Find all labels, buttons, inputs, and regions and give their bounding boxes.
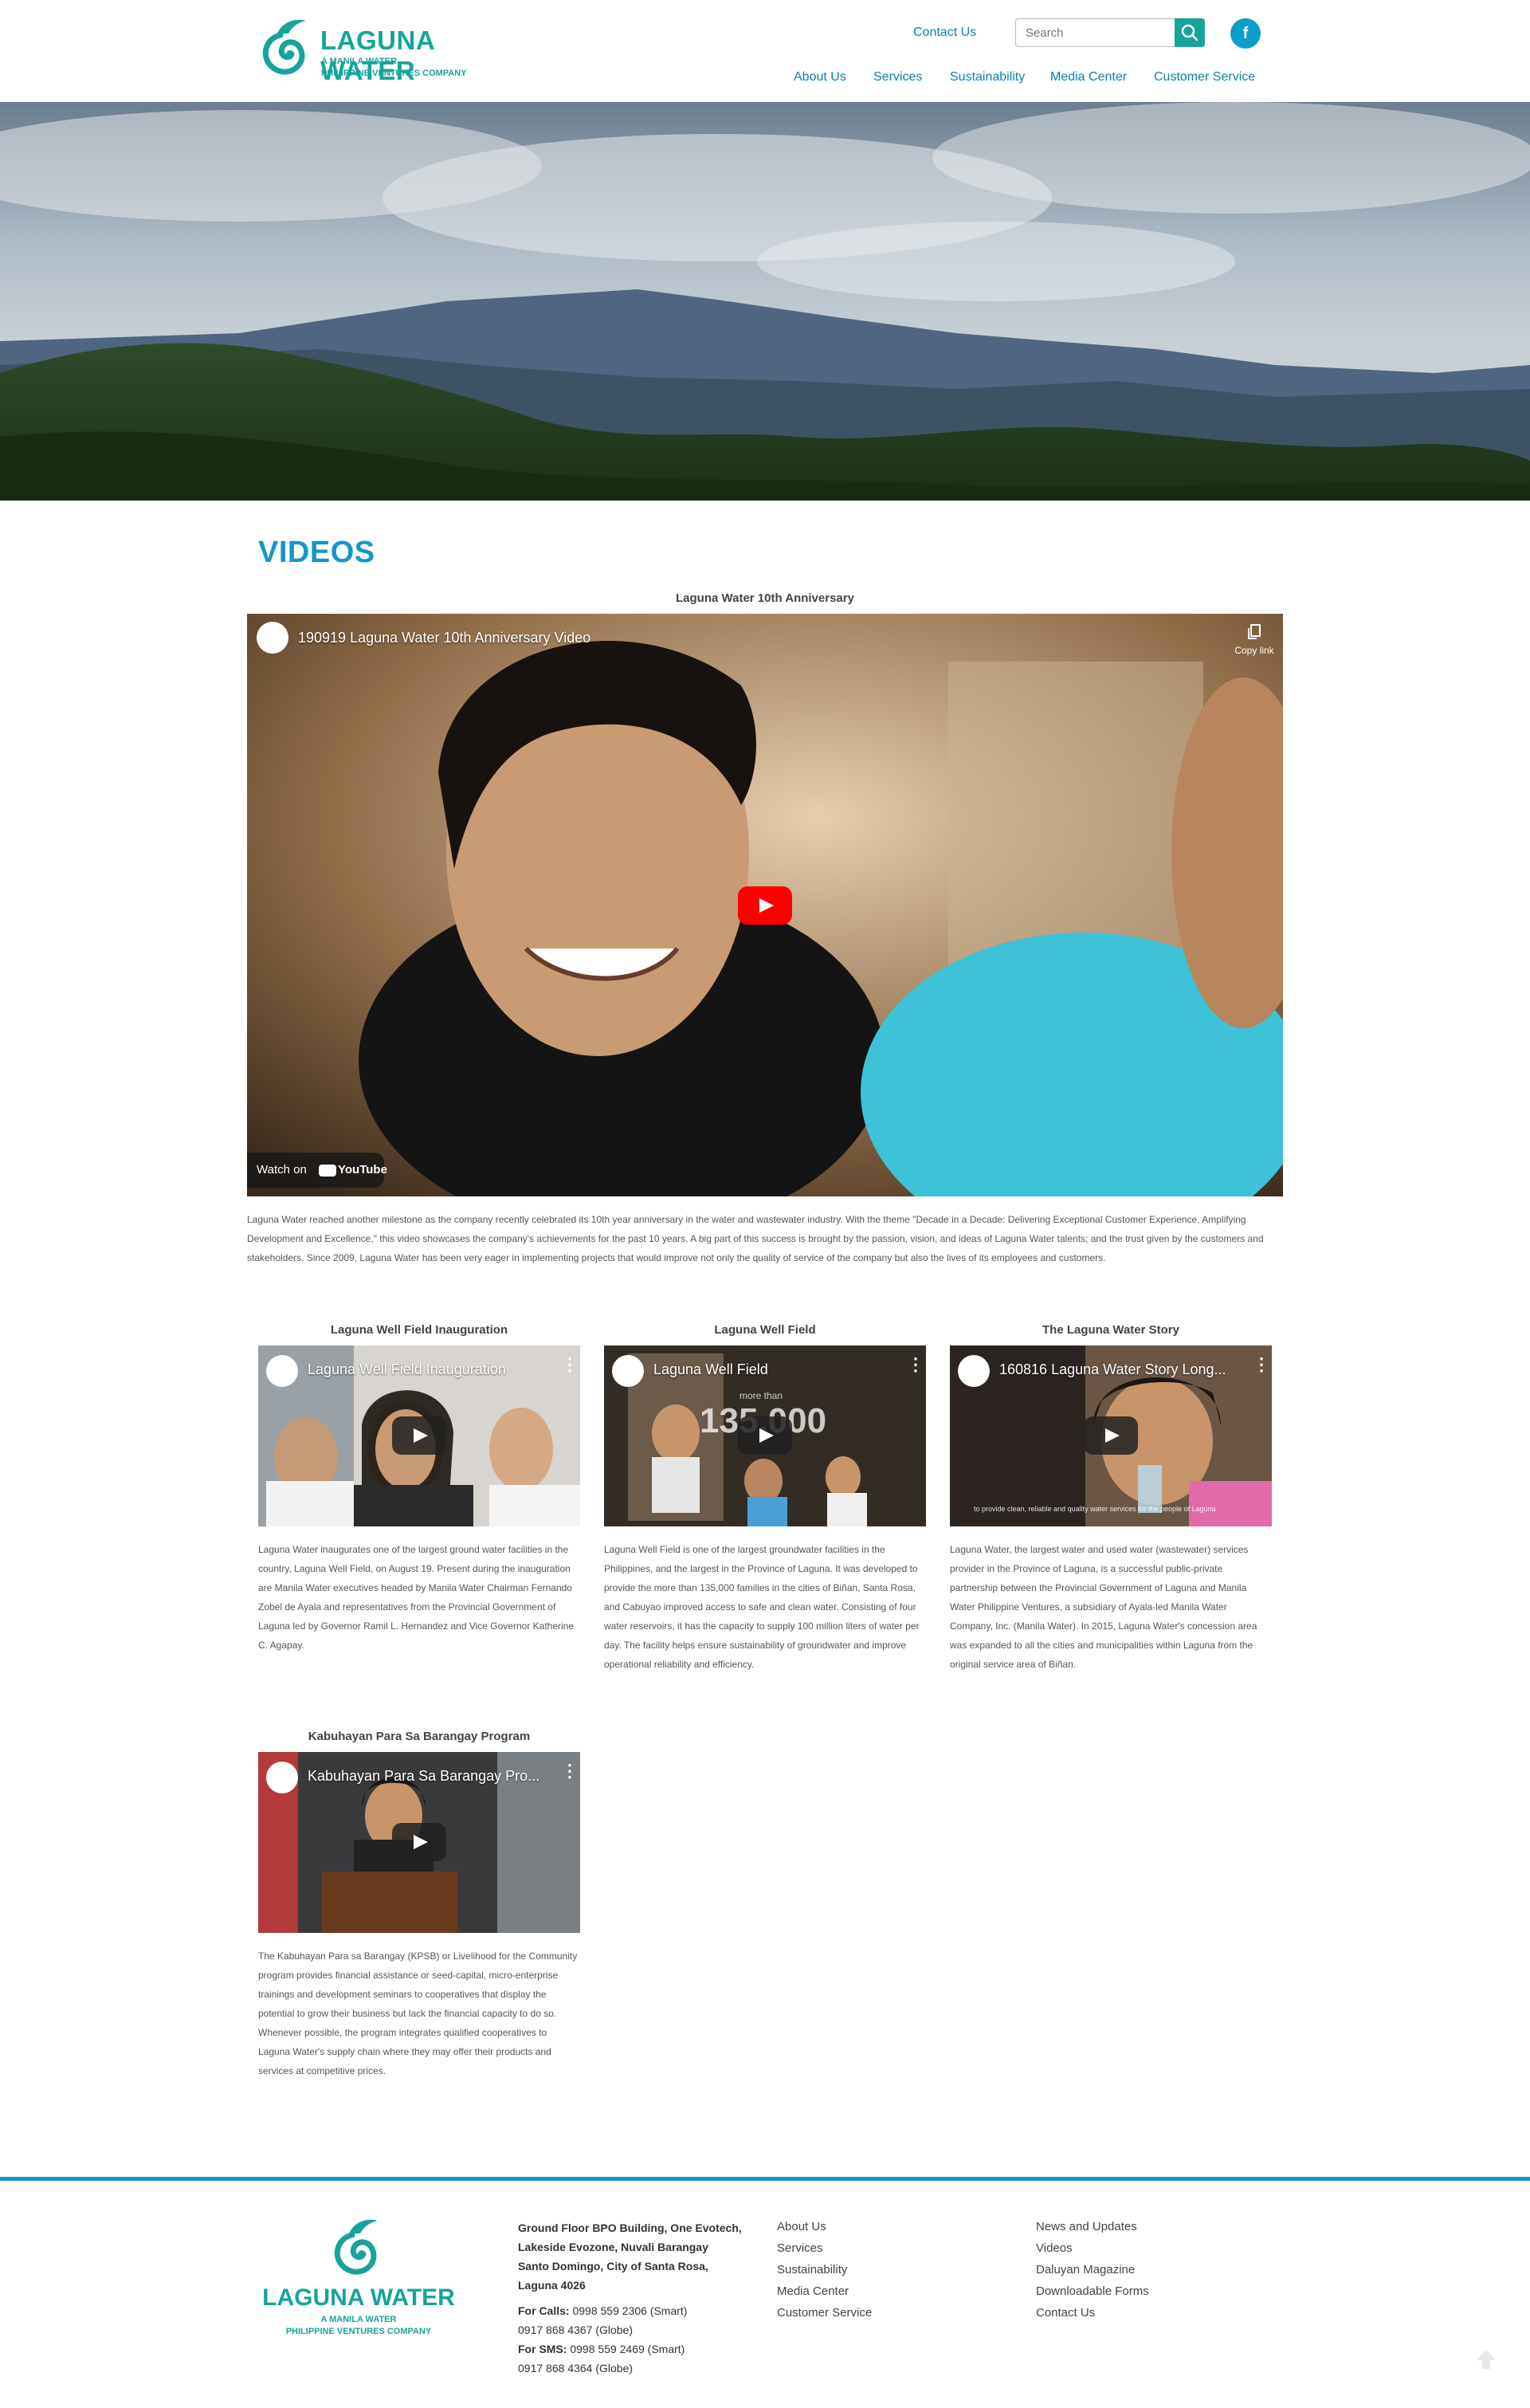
play-button[interactable]	[738, 1416, 792, 1455]
page-title: VIDEOS	[258, 536, 375, 569]
footer-link-contact[interactable]: Contact Us	[1036, 2306, 1095, 2320]
more-options-icon[interactable]: ⋮	[1253, 1356, 1270, 1373]
nav-media-center[interactable]: Media Center	[1050, 70, 1127, 84]
footer-link-forms[interactable]: Downloadable Forms	[1036, 2284, 1149, 2298]
video-description: The Kabuhayan Para sa Barangay (KPSB) or…	[258, 1950, 578, 2076]
video-title[interactable]: Laguna Well Field Inauguration	[308, 1361, 506, 1378]
footer-link-daluyan[interactable]: Daluyan Magazine	[1036, 2263, 1135, 2276]
footer-link-sustainability[interactable]: Sustainability	[777, 2263, 847, 2276]
play-button[interactable]	[1084, 1416, 1138, 1455]
footer-logo-subtitle-1: A MANILA WATER	[320, 2315, 397, 2324]
footer-links-col-2: News and Updates Videos Daluyan Magazine…	[1036, 2216, 1149, 2324]
calls-number[interactable]: 0917 868 4367 (Globe)	[518, 2320, 742, 2339]
video-caption: to provide clean, reliable and quality w…	[974, 1505, 1216, 1513]
video-player-laguna-water-story[interactable]: to provide clean, reliable and quality w…	[950, 1345, 1272, 1526]
play-button[interactable]	[738, 886, 792, 925]
more-options-icon[interactable]: ⋮	[907, 1356, 924, 1373]
footer-link-customer-service[interactable]: Customer Service	[777, 2306, 872, 2320]
copy-link-button[interactable]: Copy link	[1234, 623, 1275, 656]
featured-video-title[interactable]: 190919 Laguna Water 10th Anniversary Vid…	[298, 630, 590, 646]
video-heading: Laguna Well Field Inauguration	[330, 1323, 508, 1337]
video-heading: Laguna Well Field	[714, 1323, 816, 1337]
footer-link-about-us[interactable]: About Us	[777, 2220, 826, 2233]
video-player-well-field[interactable]: more than 135,000 Laguna Well Field ⋮	[604, 1345, 926, 1526]
address-line: Lakeside Evozone, Nuvali Barangay	[518, 2241, 708, 2253]
overlay-caption-small: more than	[740, 1390, 783, 1401]
play-button[interactable]	[392, 1416, 446, 1455]
mountain-landscape-image	[0, 102, 1530, 501]
arrow-up-icon	[1477, 2350, 1496, 2369]
sms-number[interactable]: 0917 868 4364 (Globe)	[518, 2359, 742, 2378]
sms-number[interactable]: 0998 559 2469 (Smart)	[570, 2343, 685, 2355]
search-button[interactable]	[1175, 18, 1205, 47]
nav-sustainability[interactable]: Sustainability	[950, 70, 1025, 84]
logo-subtitle-1: A MANILA WATER	[321, 57, 397, 66]
calls-label: For Calls:	[518, 2304, 570, 2317]
video-heading: Kabuhayan Para Sa Barangay Program	[308, 1730, 531, 1743]
footer-link-media-center[interactable]: Media Center	[777, 2284, 849, 2298]
play-icon	[1105, 1428, 1120, 1443]
nav-about-us[interactable]: About Us	[794, 70, 846, 84]
watch-on-youtube-button[interactable]: Watch on YouTube	[247, 1153, 387, 1188]
channel-avatar[interactable]	[266, 1762, 298, 1793]
video-title[interactable]: Kabuhayan Para Sa Barangay Pro...	[308, 1768, 539, 1785]
footer-logo-title: LAGUNA WATER	[262, 2284, 455, 2311]
video-title[interactable]: 160816 Laguna Water Story Long...	[999, 1361, 1226, 1378]
play-icon	[759, 1428, 774, 1443]
play-icon	[414, 1428, 428, 1443]
footer-logo-subtitle-2: PHILIPPINE VENTURES COMPANY	[285, 2327, 432, 2336]
youtube-logo-icon	[319, 1165, 336, 1177]
contact-us-link[interactable]: Contact Us	[913, 26, 976, 40]
more-options-icon[interactable]: ⋮	[561, 1762, 579, 1780]
copy-icon	[1248, 624, 1261, 639]
footer-address: Ground Floor BPO Building, One Evotech, …	[518, 2218, 742, 2378]
featured-video-player[interactable]: 190919 Laguna Water 10th Anniversary Vid…	[247, 614, 1283, 1196]
channel-avatar[interactable]	[958, 1355, 990, 1387]
wave-logo-icon	[262, 19, 306, 75]
facebook-icon[interactable]: f	[1230, 18, 1261, 49]
footer-link-news[interactable]: News and Updates	[1036, 2220, 1137, 2233]
copy-link-label: Copy link	[1234, 645, 1274, 656]
calls-number[interactable]: 0998 559 2306 (Smart)	[572, 2304, 687, 2317]
video-player-kabuhayan[interactable]: Kabuhayan Para Sa Barangay Pro... ⋮	[258, 1752, 580, 1933]
hero-banner	[0, 102, 1530, 501]
address-line: Santo Domingo, City of Santa Rosa,	[518, 2260, 708, 2272]
youtube-label: YouTube	[338, 1163, 387, 1177]
nav-services[interactable]: Services	[873, 70, 922, 84]
video-heading: The Laguna Water Story	[1042, 1323, 1179, 1337]
search-input[interactable]	[1015, 18, 1175, 47]
video-player-well-field-inauguration[interactable]: Laguna Well Field Inauguration ⋮	[258, 1345, 580, 1526]
footer-logo[interactable]: LAGUNA WATER A MANILA WATER PHILIPPINE V…	[257, 2216, 464, 2343]
address-line: Laguna 4026	[518, 2279, 586, 2292]
footer-link-videos[interactable]: Videos	[1036, 2241, 1073, 2255]
video-description: Laguna Well Field is one of the largest …	[604, 1544, 920, 1670]
channel-avatar[interactable]	[612, 1355, 644, 1387]
play-icon	[759, 898, 774, 913]
logo-subtitle-2: PHILIPPINE VENTURES COMPANY	[321, 69, 467, 78]
channel-avatar[interactable]	[266, 1355, 298, 1387]
footer-link-services[interactable]: Services	[777, 2241, 823, 2255]
play-icon	[414, 1835, 428, 1849]
search-icon	[1181, 24, 1198, 41]
wave-logo-icon	[334, 2219, 378, 2275]
footer-divider	[0, 2177, 1530, 2181]
sms-label: For SMS:	[518, 2343, 567, 2355]
address-line: Ground Floor BPO Building, One Evotech,	[518, 2221, 742, 2234]
channel-avatar[interactable]	[257, 622, 288, 654]
video-title[interactable]: Laguna Well Field	[653, 1361, 768, 1378]
play-button[interactable]	[392, 1823, 446, 1861]
scroll-to-top-button[interactable]	[1474, 2347, 1498, 2371]
site-logo[interactable]: LAGUNA WATER A MANILA WATER PHILIPPINE V…	[257, 16, 520, 88]
video-description: Laguna Water inaugurates one of the larg…	[258, 1544, 575, 1651]
video-description: Laguna Water, the largest water and used…	[950, 1544, 1257, 1670]
featured-video-description: Laguna Water reached another milestone a…	[247, 1214, 1264, 1263]
watch-on-label: Watch on	[257, 1163, 307, 1177]
nav-customer-service[interactable]: Customer Service	[1154, 70, 1255, 84]
footer-links-col-1: About Us Services Sustainability Media C…	[777, 2216, 872, 2324]
more-options-icon[interactable]: ⋮	[561, 1356, 579, 1373]
featured-video-heading: Laguna Water 10th Anniversary	[676, 591, 854, 605]
